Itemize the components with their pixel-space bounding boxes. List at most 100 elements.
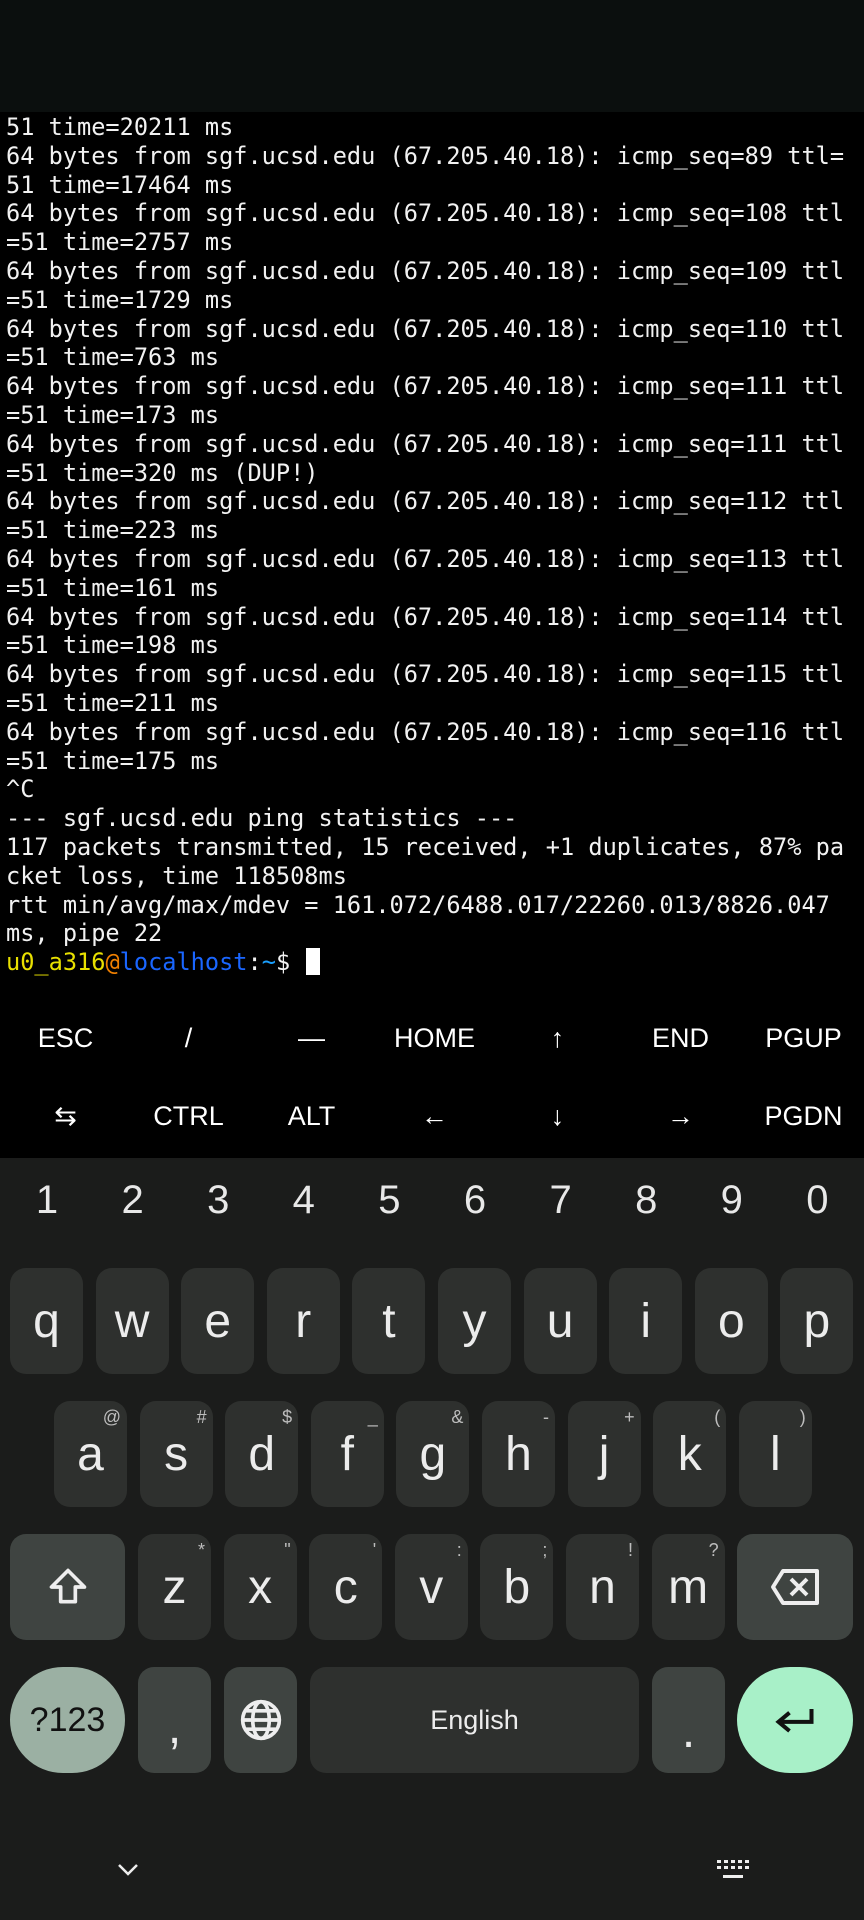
key-e[interactable]: e <box>181 1268 255 1374</box>
enter-icon <box>775 1709 814 1733</box>
key-label: f <box>340 1427 354 1481</box>
number-key-2[interactable]: 2 <box>90 1178 176 1223</box>
terminal-cursor <box>306 948 321 976</box>
number-key-5[interactable]: 5 <box>346 1178 432 1223</box>
key-t[interactable]: t <box>352 1268 426 1374</box>
key-x[interactable]: x " <box>223 1534 297 1640</box>
extra-key-dash[interactable]: — <box>250 1003 373 1073</box>
number-key-3[interactable]: 3 <box>175 1178 261 1223</box>
shift-icon <box>49 1568 86 1604</box>
key-label: x <box>248 1560 273 1614</box>
terminal-line: =51 time=173 ms <box>6 400 220 429</box>
extra-key-alt[interactable]: ALT <box>250 1081 373 1151</box>
terminal-line: 64 bytes from sgf.ucsd.edu (67.205.40.18… <box>6 544 845 573</box>
extra-key-pgup[interactable]: PGUP <box>742 1003 864 1073</box>
key-o[interactable]: o <box>694 1268 768 1374</box>
key-f[interactable]: f _ <box>310 1401 384 1507</box>
prompt-separator: : <box>247 948 262 977</box>
key-a[interactable]: a @ <box>54 1401 127 1507</box>
key-k[interactable]: k( <box>653 1401 727 1507</box>
key-u[interactable]: u <box>523 1268 597 1374</box>
number-key-6[interactable]: 6 <box>432 1178 518 1223</box>
extra-key-down[interactable]: ↓ <box>496 1081 619 1151</box>
key-label: j <box>598 1427 610 1481</box>
key-label: b <box>503 1560 531 1614</box>
key-label: v <box>419 1560 444 1614</box>
key-s[interactable]: s # <box>139 1401 213 1507</box>
prompt-at: @ <box>105 948 120 977</box>
extra-key-right[interactable]: → <box>619 1081 742 1151</box>
key-hint: ! <box>627 1540 633 1560</box>
key-y[interactable]: y <box>438 1268 511 1374</box>
number-key-7[interactable]: 7 <box>518 1178 604 1223</box>
enter-key[interactable] <box>737 1667 853 1773</box>
key-hint: - <box>543 1407 549 1427</box>
extra-key-left[interactable]: ← <box>373 1081 496 1151</box>
number-key-1[interactable]: 1 <box>4 1178 90 1223</box>
terminal-line: 64 bytes from sgf.ucsd.edu (67.205.40.18… <box>6 199 845 228</box>
terminal-line: =51 time=763 ms <box>6 343 220 372</box>
key-b[interactable]: b; <box>480 1534 554 1640</box>
key-label: h <box>505 1427 532 1481</box>
key-label: s <box>164 1427 189 1481</box>
comma-key[interactable]: , <box>138 1667 211 1773</box>
number-key-0[interactable]: 0 <box>774 1178 860 1223</box>
key-p[interactable]: p <box>780 1268 854 1374</box>
key-m[interactable]: m? <box>651 1534 725 1640</box>
key-label: d <box>248 1427 276 1481</box>
key-r[interactable]: r <box>266 1268 340 1374</box>
key-j[interactable]: j + <box>567 1401 641 1507</box>
key-hint: & <box>451 1407 464 1427</box>
prompt-host: localhost <box>119 948 248 977</box>
extra-key-end[interactable]: END <box>619 1003 742 1073</box>
extra-key-slash[interactable]: / <box>127 1003 250 1073</box>
key-n[interactable]: n! <box>566 1534 639 1640</box>
number-key-8[interactable]: 8 <box>603 1178 689 1223</box>
key-z[interactable]: z * <box>138 1534 211 1640</box>
terminal-line: ms, pipe 22 <box>6 919 163 948</box>
key-hint: * <box>197 1540 205 1560</box>
key-hint: : <box>456 1540 462 1560</box>
key-label: n <box>589 1560 616 1614</box>
terminal-line: 117 packets transmitted, 15 received, +1… <box>6 832 845 861</box>
terminal-line: --- sgf.ucsd.edu ping statistics --- <box>6 804 518 833</box>
extra-key-esc[interactable]: ESC <box>4 1003 127 1073</box>
backspace-key[interactable] <box>737 1534 853 1640</box>
period-key[interactable]: . <box>652 1667 725 1773</box>
key-w[interactable]: w <box>95 1268 169 1374</box>
terminal-line: =51 time=161 ms <box>6 573 220 602</box>
terminal-line: rtt min/avg/max/mdev = 161.072/6488.017/… <box>6 890 830 919</box>
terminal-line: =51 time=320 ms (DUP!) <box>6 458 319 487</box>
keyboard-switch-button[interactable] <box>712 1850 756 1890</box>
key-q[interactable]: q <box>10 1268 83 1374</box>
key-g[interactable]: g & <box>396 1401 470 1507</box>
language-key[interactable] <box>224 1667 297 1773</box>
number-key-9[interactable]: 9 <box>689 1178 775 1223</box>
key-i[interactable]: i <box>609 1268 683 1374</box>
key-hint: ; <box>542 1540 548 1560</box>
key-c[interactable]: c ' <box>309 1534 383 1640</box>
key-l[interactable]: l) <box>738 1401 812 1507</box>
terminal-output[interactable]: 51 time=20211 ms 64 bytes from sgf.ucsd.e… <box>6 113 864 977</box>
extra-key-pgdn[interactable]: PGDN <box>742 1081 864 1151</box>
terminal-line: 64 bytes from sgf.ucsd.edu (67.205.40.18… <box>6 429 845 458</box>
extra-key-home[interactable]: HOME <box>373 1003 496 1073</box>
space-key[interactable]: English <box>310 1667 639 1773</box>
key-hint: @ <box>102 1407 121 1427</box>
keyboard-icon <box>717 1860 749 1878</box>
key-hint: + <box>624 1407 635 1427</box>
extra-key-ctrl[interactable]: CTRL <box>127 1081 250 1151</box>
chevron-down-icon <box>118 1864 138 1876</box>
key-d[interactable]: d $ <box>225 1401 299 1507</box>
hide-keyboard-button[interactable] <box>108 1850 148 1890</box>
prompt-path: ~ <box>261 948 276 977</box>
key-v[interactable]: v: <box>394 1534 468 1640</box>
shift-key[interactable] <box>10 1534 125 1640</box>
number-key-4[interactable]: 4 <box>261 1178 347 1223</box>
key-h[interactable]: h- <box>482 1401 555 1507</box>
symbols-key[interactable]: ?123 <box>10 1667 125 1773</box>
backspace-icon <box>771 1569 819 1605</box>
extra-key-up[interactable]: ↑ <box>496 1003 619 1073</box>
key-hint: ) <box>799 1407 806 1427</box>
extra-key-tab[interactable]: ⇆ <box>4 1081 127 1151</box>
